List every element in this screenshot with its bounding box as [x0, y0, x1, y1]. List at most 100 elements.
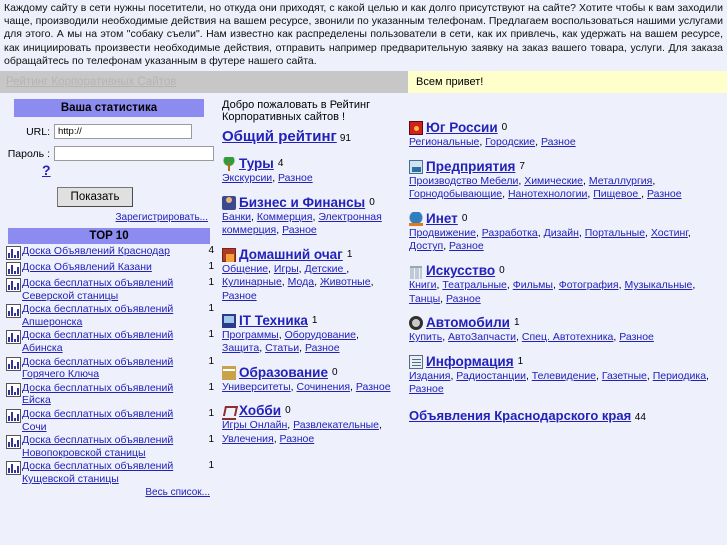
subcategory-link[interactable]: Животные	[320, 276, 371, 288]
bar-chart-icon[interactable]	[4, 302, 22, 328]
subcategory-link[interactable]: Книги	[409, 279, 436, 291]
subcategory-link[interactable]: Музыкальные	[624, 279, 692, 291]
subcategory-link[interactable]: Банки	[222, 211, 251, 223]
category-link[interactable]: Предприятия	[426, 159, 515, 174]
top10-item-link[interactable]: Доска бесплатных объявлений Сочи	[22, 408, 173, 433]
subcategory-link[interactable]: Горнодобывающие	[409, 188, 502, 200]
category-link[interactable]: Образование	[239, 365, 328, 380]
subcategory-link[interactable]: Статьи	[265, 342, 299, 354]
subcategory-link[interactable]: Разное	[619, 331, 654, 343]
category-link[interactable]: Инет	[426, 211, 458, 226]
subcategory-link[interactable]: Производство Мебели	[409, 175, 518, 187]
subcategory-link[interactable]: Купить	[409, 331, 442, 343]
site-title-link[interactable]: Рейтинг Корпоративных Сайтов	[6, 76, 176, 88]
krasnodar-announcements-link[interactable]: Объявления Краснодарского края	[409, 408, 631, 423]
bar-chart-icon[interactable]	[4, 355, 22, 381]
subcategory-link[interactable]: Разработка	[482, 227, 538, 239]
subcategory-link[interactable]: Развлекательные	[293, 419, 379, 431]
category-link[interactable]: Автомобили	[426, 315, 510, 330]
top10-item-link[interactable]: Доска бесплатных объявлений Кущевской ст…	[22, 460, 173, 485]
top10-item-link[interactable]: Доска Объявлений Казани	[22, 261, 152, 273]
subcategory-link[interactable]: Разное	[282, 224, 317, 236]
subcategory-link[interactable]: Игры Онлайн	[222, 419, 287, 431]
subcategory-link[interactable]: АвтоЗапчасти	[448, 331, 516, 343]
subcategory-link[interactable]: Металлургия	[589, 175, 653, 187]
subcategory-link[interactable]: Доступ	[409, 240, 443, 252]
top10-item-link[interactable]: Доска бесплатных объявлений Северской ст…	[22, 277, 173, 302]
subcategory-link[interactable]: Разное	[541, 136, 576, 148]
subcategory-link[interactable]: Оборудование	[285, 329, 356, 341]
subcategory-link[interactable]: Разное	[280, 433, 315, 445]
subcategory-link[interactable]: Разное	[278, 172, 313, 184]
subcategory-link[interactable]: Сочинения	[297, 381, 351, 393]
category-link[interactable]: Информация	[426, 354, 514, 369]
subcategory-link[interactable]: Фотография	[559, 279, 619, 291]
category-link[interactable]: Хобби	[239, 403, 281, 418]
subcategory-link[interactable]: Общение	[222, 263, 268, 275]
register-link[interactable]: Зарегистрировать...	[116, 212, 208, 223]
bar-chart-icon[interactable]	[4, 433, 22, 459]
subcategory-link[interactable]: Разное	[449, 240, 484, 252]
subcategory-link[interactable]: Периодика	[653, 370, 706, 382]
subcategory-link[interactable]: Портальные	[585, 227, 645, 239]
category-link[interactable]: Юг России	[426, 120, 498, 135]
top10-item-link[interactable]: Доска бесплатных объявлений Горячего Клю…	[22, 356, 173, 381]
subcategory-link[interactable]: Продвижение	[409, 227, 476, 239]
subcategory-link[interactable]: Разное	[647, 188, 682, 200]
subcategory-link[interactable]: Пищевое	[593, 188, 641, 200]
subcategory-link[interactable]: Игры	[274, 263, 299, 275]
subcategory-link[interactable]: Радиостанции	[456, 370, 526, 382]
top10-item-link[interactable]: Доска бесплатных объявлений Апшеронска	[22, 303, 173, 328]
top10-item-link[interactable]: Доска бесплатных объявлений Новопокровск…	[22, 434, 173, 459]
subcategory-link[interactable]: Коммерция	[257, 211, 313, 223]
subcategory-link[interactable]: Кулинарные	[222, 276, 282, 288]
bar-chart-icon[interactable]	[4, 244, 22, 261]
category-link[interactable]: IT Техника	[239, 313, 308, 328]
subcategory-link[interactable]: Разное	[446, 293, 481, 305]
password-input[interactable]	[54, 146, 214, 162]
bar-chart-icon[interactable]	[4, 276, 22, 302]
subcategory-link[interactable]: Мода	[288, 276, 314, 288]
top10-title: TOP 10	[8, 228, 210, 245]
subcategory-link[interactable]: Газетные	[602, 370, 647, 382]
bar-chart-icon[interactable]	[4, 381, 22, 407]
category-link[interactable]: Туры	[239, 156, 274, 171]
subcategory-link[interactable]: Химические	[524, 175, 583, 187]
help-question-link[interactable]: ?	[42, 162, 51, 178]
subcategory-link[interactable]: Разное	[305, 342, 340, 354]
overall-rating-link[interactable]: Общий рейтинг	[222, 128, 337, 145]
category-link[interactable]: Искусство	[426, 263, 495, 278]
subcategory-link[interactable]: Региональные	[409, 136, 479, 148]
subcategory-link[interactable]: Разное	[356, 381, 391, 393]
category-link[interactable]: Домашний очаг	[239, 247, 343, 262]
subcategory-link[interactable]: Защита	[222, 342, 259, 354]
subcategory-link[interactable]: Издания	[409, 370, 450, 382]
category-link[interactable]: Бизнес и Финансы	[239, 195, 365, 210]
subcategory-link[interactable]: Разное	[409, 383, 444, 395]
top10-item-link[interactable]: Доска бесплатных объявлений Абинска	[22, 329, 173, 354]
subcategory-link[interactable]: Фильмы	[513, 279, 553, 291]
subcategory-link[interactable]: Спец. Автотехника	[522, 331, 614, 343]
subcategory-link[interactable]: Разное	[222, 290, 257, 302]
bar-chart-icon[interactable]	[4, 260, 22, 277]
show-button[interactable]: Показать	[56, 187, 134, 208]
subcategory-link[interactable]: Увлечения	[222, 433, 274, 445]
subcategory-link[interactable]: Театральные	[442, 279, 507, 291]
bar-chart-icon[interactable]	[4, 459, 22, 485]
subcategory-link[interactable]: Хостинг	[651, 227, 688, 239]
subcategory-link[interactable]: Нанотехнологии	[508, 188, 587, 200]
subcategory-link[interactable]: Телевидение	[532, 370, 596, 382]
bar-chart-icon[interactable]	[4, 328, 22, 354]
bar-chart-icon[interactable]	[4, 407, 22, 433]
subcategory-link[interactable]: Танцы	[409, 293, 440, 305]
subcategory-link[interactable]: Городские	[485, 136, 535, 148]
top10-item-link[interactable]: Доска бесплатных объявлений Ейска	[22, 382, 173, 407]
subcategory-link[interactable]: Программы	[222, 329, 279, 341]
url-input[interactable]	[54, 124, 192, 140]
subcategory-link[interactable]: Университеты	[222, 381, 291, 393]
subcategory-link[interactable]: Детские	[305, 263, 347, 275]
top10-item-link[interactable]: Доска Объявлений Краснодар	[22, 245, 170, 257]
subcategory-link[interactable]: Дизайн	[544, 227, 579, 239]
all-list-link[interactable]: Весь список...	[145, 487, 210, 498]
subcategory-link[interactable]: Экскурсии	[222, 172, 272, 184]
